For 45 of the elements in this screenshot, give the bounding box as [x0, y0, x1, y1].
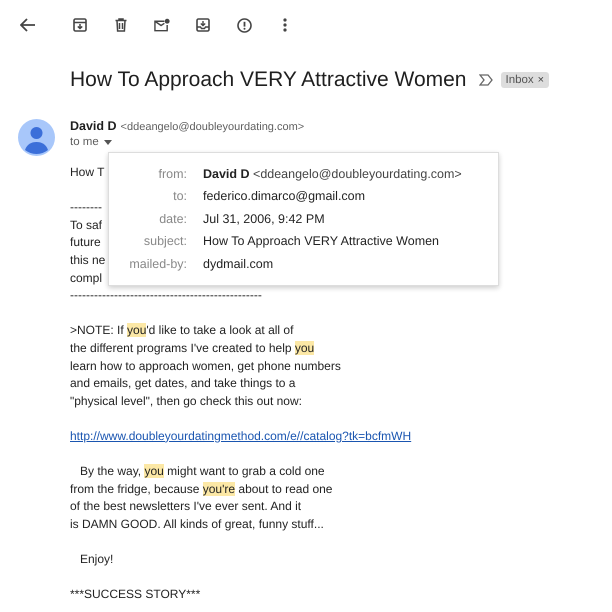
detail-key: date: — [109, 208, 187, 230]
body-text-line: of the best newsletters I've ever sent. And it — [70, 499, 302, 514]
body-text-line: "physical level", then go check this out now: — [70, 394, 302, 408]
envelope-icon[interactable] — [154, 18, 170, 32]
body-text-line: future — [70, 235, 101, 250]
body-text-line: By the way, you might want to grab a cold one — [79, 464, 325, 478]
sender-email: <ddeangelo@doubleyourdating.com> — [120, 121, 304, 133]
warning-icon[interactable] — [236, 18, 252, 32]
detail-value: dydmail.com — [203, 256, 274, 273]
back-arrow-icon[interactable] — [20, 18, 36, 32]
body-text-line: To saf — [70, 218, 102, 232]
body-text-line: ***SUCCESS STORY*** — [70, 587, 200, 602]
catalog-link[interactable]: http://www.doubleyourdatingmethod.com/e//catalog?tk=bcfmWH — [70, 428, 412, 443]
body-text-line: learn how to approach women, get phone numbers — [70, 358, 341, 373]
body-text-line: compl — [70, 270, 102, 285]
detail-value: federico.dimarco@gmail.com — [203, 188, 366, 206]
caret-icon[interactable] — [104, 140, 112, 144]
detail-key: mailed-by: — [109, 252, 187, 276]
body-text-line: is DAMN GOOD. All kinds of great, funny stuff... — [70, 516, 324, 531]
body-text-line: ------------------------------------------------ — [70, 288, 262, 302]
detail-value: David D <ddeangelo@doubleyourdating.com> — [203, 166, 463, 183]
sender-name: David D — [70, 119, 117, 133]
body-text-line: from the fridge, because you're about to read one — [70, 482, 332, 496]
body-text-line: and emails, get dates, and take things to a — [70, 376, 296, 390]
tray-download-icon[interactable] — [196, 18, 210, 32]
detail-key: subject: — [109, 230, 187, 253]
body-text-line: Enjoy! — [79, 552, 114, 566]
body-text-line: the different programs I've created to help you — [70, 340, 314, 355]
detail-key: from: — [109, 163, 187, 186]
body-text-line: >NOTE: If you'd like to take a look at all of — [70, 323, 294, 338]
body-text-line: -------- — [70, 200, 102, 214]
detail-key: to: — [109, 185, 187, 208]
remove-label-button[interactable]: × — [538, 74, 544, 86]
avatar-icon — [18, 119, 55, 156]
detail-value: How To Approach VERY Attractive Women — [203, 233, 440, 250]
trash-icon[interactable] — [115, 18, 127, 32]
recipients-toggle[interactable]: to me — [70, 136, 304, 148]
archive-icon[interactable] — [73, 18, 87, 32]
body-text-line: this ne — [70, 252, 106, 267]
email-subject: How To Approach VERY Attractive Women — [70, 68, 466, 92]
importance-marker-icon[interactable] — [478, 74, 492, 86]
body-text-line: How T — [70, 165, 104, 179]
detail-value: Jul 31, 2006, 9:42 PM — [203, 210, 326, 228]
label-text: Inbox — [506, 74, 534, 86]
more-icon[interactable] — [283, 18, 287, 32]
